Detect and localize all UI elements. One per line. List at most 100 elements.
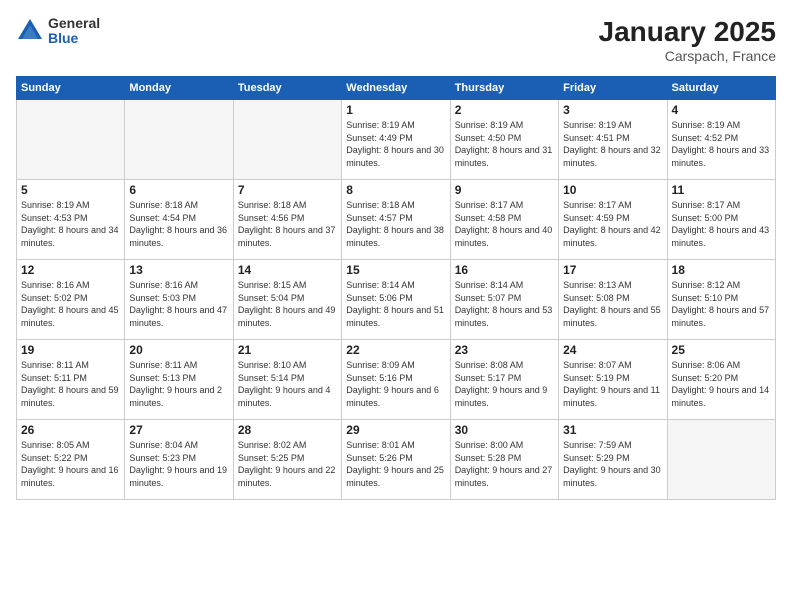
table-row: 29 Sunrise: 8:01 AM Sunset: 5:26 PM Dayli… xyxy=(342,420,450,500)
day-info: Sunrise: 8:08 AM Sunset: 5:17 PM Dayligh… xyxy=(455,359,554,409)
day-number: 24 xyxy=(563,343,662,357)
table-row: 8 Sunrise: 8:18 AM Sunset: 4:57 PM Daylig… xyxy=(342,180,450,260)
day-info: Sunrise: 8:11 AM Sunset: 5:13 PM Dayligh… xyxy=(129,359,228,409)
table-row: 13 Sunrise: 8:16 AM Sunset: 5:03 PM Dayli… xyxy=(125,260,233,340)
day-info: Sunrise: 8:17 AM Sunset: 4:59 PM Dayligh… xyxy=(563,199,662,249)
calendar-header-row: Sunday Monday Tuesday Wednesday Thursday… xyxy=(17,77,776,100)
table-row: 11 Sunrise: 8:17 AM Sunset: 5:00 PM Dayli… xyxy=(667,180,775,260)
day-info: Sunrise: 8:19 AM Sunset: 4:51 PM Dayligh… xyxy=(563,119,662,169)
day-number: 26 xyxy=(21,423,120,437)
day-number: 11 xyxy=(672,183,771,197)
table-row: 27 Sunrise: 8:04 AM Sunset: 5:23 PM Dayli… xyxy=(125,420,233,500)
day-number: 1 xyxy=(346,103,445,117)
day-info: Sunrise: 8:17 AM Sunset: 4:58 PM Dayligh… xyxy=(455,199,554,249)
logo: General Blue xyxy=(16,16,100,47)
day-info: Sunrise: 8:16 AM Sunset: 5:02 PM Dayligh… xyxy=(21,279,120,329)
day-number: 2 xyxy=(455,103,554,117)
calendar-week-row: 12 Sunrise: 8:16 AM Sunset: 5:02 PM Dayli… xyxy=(17,260,776,340)
day-info: Sunrise: 8:18 AM Sunset: 4:56 PM Dayligh… xyxy=(238,199,337,249)
day-info: Sunrise: 8:05 AM Sunset: 5:22 PM Dayligh… xyxy=(21,439,120,489)
day-info: Sunrise: 8:13 AM Sunset: 5:08 PM Dayligh… xyxy=(563,279,662,329)
day-info: Sunrise: 8:18 AM Sunset: 4:57 PM Dayligh… xyxy=(346,199,445,249)
day-number: 23 xyxy=(455,343,554,357)
day-number: 18 xyxy=(672,263,771,277)
day-info: Sunrise: 8:16 AM Sunset: 5:03 PM Dayligh… xyxy=(129,279,228,329)
day-number: 19 xyxy=(21,343,120,357)
table-row: 3 Sunrise: 8:19 AM Sunset: 4:51 PM Daylig… xyxy=(559,100,667,180)
table-row: 22Sunrise: 8:09 AM Sunset: 5:16 PM Dayli… xyxy=(342,340,450,420)
calendar-table: Sunday Monday Tuesday Wednesday Thursday… xyxy=(16,76,776,500)
table-row xyxy=(233,100,341,180)
day-number: 8 xyxy=(346,183,445,197)
col-sunday: Sunday xyxy=(17,77,125,100)
day-number: 15 xyxy=(346,263,445,277)
day-info: Sunrise: 8:15 AM Sunset: 5:04 PM Dayligh… xyxy=(238,279,337,329)
logo-blue: Blue xyxy=(48,31,100,46)
day-info: Sunrise: 8:17 AM Sunset: 5:00 PM Dayligh… xyxy=(672,199,771,249)
table-row: 9 Sunrise: 8:17 AM Sunset: 4:58 PM Daylig… xyxy=(450,180,558,260)
day-number: 17 xyxy=(563,263,662,277)
logo-text: General Blue xyxy=(48,16,100,47)
day-info: Sunrise: 8:14 AM Sunset: 5:06 PM Dayligh… xyxy=(346,279,445,329)
day-number: 28 xyxy=(238,423,337,437)
table-row: 17 Sunrise: 8:13 AM Sunset: 5:08 PM Dayli… xyxy=(559,260,667,340)
day-number: 12 xyxy=(21,263,120,277)
logo-icon xyxy=(16,17,44,45)
table-row: 31Sunrise: 7:59 AM Sunset: 5:29 PM Dayli… xyxy=(559,420,667,500)
table-row: 24 Sunrise: 8:07 AM Sunset: 5:19 PM Dayli… xyxy=(559,340,667,420)
calendar-week-row: 26 Sunrise: 8:05 AM Sunset: 5:22 PM Dayli… xyxy=(17,420,776,500)
day-number: 27 xyxy=(129,423,228,437)
day-number: 25 xyxy=(672,343,771,357)
table-row: 14Sunrise: 8:15 AM Sunset: 5:04 PM Dayli… xyxy=(233,260,341,340)
day-info: Sunrise: 7:59 AM Sunset: 5:29 PM Dayligh… xyxy=(563,439,662,489)
table-row xyxy=(667,420,775,500)
day-info: Sunrise: 8:12 AM Sunset: 5:10 PM Dayligh… xyxy=(672,279,771,329)
table-row: 2 Sunrise: 8:19 AM Sunset: 4:50 PM Daylig… xyxy=(450,100,558,180)
calendar-week-row: 1 Sunrise: 8:19 AM Sunset: 4:49 PM Daylig… xyxy=(17,100,776,180)
table-row: 6Sunrise: 8:18 AM Sunset: 4:54 PM Daylig… xyxy=(125,180,233,260)
col-wednesday: Wednesday xyxy=(342,77,450,100)
table-row: 21 Sunrise: 8:10 AM Sunset: 5:14 PM Dayli… xyxy=(233,340,341,420)
col-friday: Friday xyxy=(559,77,667,100)
page-header: General Blue January 2025 Carspach, Fran… xyxy=(16,16,776,64)
table-row: 23 Sunrise: 8:08 AM Sunset: 5:17 PM Dayli… xyxy=(450,340,558,420)
location: Carspach, France xyxy=(599,48,776,64)
day-number: 21 xyxy=(238,343,337,357)
calendar-page: General Blue January 2025 Carspach, Fran… xyxy=(0,0,792,612)
table-row: 15 Sunrise: 8:14 AM Sunset: 5:06 PM Dayli… xyxy=(342,260,450,340)
day-info: Sunrise: 8:07 AM Sunset: 5:19 PM Dayligh… xyxy=(563,359,662,409)
day-info: Sunrise: 8:04 AM Sunset: 5:23 PM Dayligh… xyxy=(129,439,228,489)
day-info: Sunrise: 8:19 AM Sunset: 4:49 PM Dayligh… xyxy=(346,119,445,169)
col-monday: Monday xyxy=(125,77,233,100)
col-thursday: Thursday xyxy=(450,77,558,100)
month-title: January 2025 xyxy=(599,16,776,48)
table-row: 7 Sunrise: 8:18 AM Sunset: 4:56 PM Daylig… xyxy=(233,180,341,260)
day-info: Sunrise: 8:10 AM Sunset: 5:14 PM Dayligh… xyxy=(238,359,337,409)
day-number: 13 xyxy=(129,263,228,277)
day-number: 3 xyxy=(563,103,662,117)
table-row: 4 Sunrise: 8:19 AM Sunset: 4:52 PM Daylig… xyxy=(667,100,775,180)
table-row: 19 Sunrise: 8:11 AM Sunset: 5:11 PM Dayli… xyxy=(17,340,125,420)
day-info: Sunrise: 8:14 AM Sunset: 5:07 PM Dayligh… xyxy=(455,279,554,329)
day-number: 6 xyxy=(129,183,228,197)
day-info: Sunrise: 8:11 AM Sunset: 5:11 PM Dayligh… xyxy=(21,359,120,409)
day-number: 30 xyxy=(455,423,554,437)
day-number: 22 xyxy=(346,343,445,357)
table-row: 20 Sunrise: 8:11 AM Sunset: 5:13 PM Dayli… xyxy=(125,340,233,420)
table-row xyxy=(125,100,233,180)
day-number: 4 xyxy=(672,103,771,117)
day-number: 20 xyxy=(129,343,228,357)
day-number: 16 xyxy=(455,263,554,277)
day-number: 10 xyxy=(563,183,662,197)
table-row: 28Sunrise: 8:02 AM Sunset: 5:25 PM Dayli… xyxy=(233,420,341,500)
table-row: 1 Sunrise: 8:19 AM Sunset: 4:49 PM Daylig… xyxy=(342,100,450,180)
day-info: Sunrise: 8:19 AM Sunset: 4:50 PM Dayligh… xyxy=(455,119,554,169)
day-info: Sunrise: 8:01 AM Sunset: 5:26 PM Dayligh… xyxy=(346,439,445,489)
day-number: 7 xyxy=(238,183,337,197)
day-info: Sunrise: 8:19 AM Sunset: 4:52 PM Dayligh… xyxy=(672,119,771,169)
day-number: 9 xyxy=(455,183,554,197)
day-number: 29 xyxy=(346,423,445,437)
col-saturday: Saturday xyxy=(667,77,775,100)
table-row xyxy=(17,100,125,180)
day-number: 5 xyxy=(21,183,120,197)
